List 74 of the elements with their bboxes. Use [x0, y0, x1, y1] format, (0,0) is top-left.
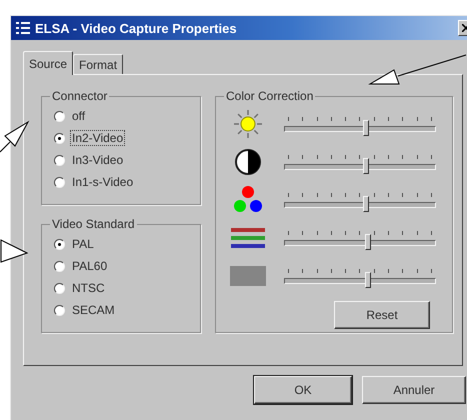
sun-icon [233, 109, 263, 139]
radio-label: In3-Video [71, 152, 124, 168]
dialog-button[interactable]: Annuler [362, 376, 466, 404]
window-title: ELSA - Video Capture Properties [35, 20, 238, 36]
tab[interactable]: Source [23, 51, 74, 75]
slider-thumb[interactable] [364, 272, 370, 288]
radio-label: PAL60 [71, 258, 108, 274]
tab[interactable]: Format [73, 54, 124, 74]
tick-mark [330, 268, 332, 272]
tick-mark [288, 154, 289, 158]
tick-mark [388, 154, 390, 158]
slider-thumb[interactable] [364, 234, 370, 250]
radio-label: In2-Video [70, 130, 126, 146]
radio-circle[interactable] [54, 110, 65, 122]
slider-thumb[interactable] [363, 196, 369, 212]
tick-mark [330, 116, 332, 120]
tick-mark [388, 116, 390, 120]
tick-mark [388, 192, 390, 196]
tick-mark [374, 230, 375, 234]
group-title: Color Correction [225, 89, 314, 103]
tick-mark [388, 268, 390, 272]
radio-label: In1-s-Video [71, 174, 134, 190]
radio-option[interactable]: In3-Video [54, 151, 190, 169]
radio-option[interactable]: PAL [54, 235, 190, 253]
radio-option[interactable]: PAL60 [54, 257, 190, 275]
radio-label: PAL [71, 236, 95, 252]
swatch-icon [230, 266, 266, 286]
reset-button[interactable]: Reset [334, 301, 430, 329]
tick-mark [345, 116, 346, 120]
tick-mark [330, 154, 332, 158]
radio-circle[interactable] [54, 132, 65, 144]
tick-mark [288, 268, 289, 272]
radio-label: SECAM [71, 302, 116, 318]
tick-mark [430, 230, 432, 234]
radio-label: off [71, 108, 86, 124]
tick-mark [288, 192, 289, 196]
radio-circle[interactable] [54, 260, 65, 272]
tick-mark [288, 230, 289, 234]
radio-circle[interactable] [54, 238, 65, 250]
radio-option[interactable]: SECAM [54, 301, 190, 319]
radio-option[interactable]: off [54, 107, 190, 125]
contrast-icon [234, 148, 262, 176]
tick-mark [430, 268, 432, 272]
tick-mark [330, 230, 332, 234]
tick-mark [430, 116, 432, 120]
radio-circle[interactable] [54, 154, 65, 166]
radio-option[interactable]: In2-Video [54, 129, 190, 147]
tick-mark [430, 192, 432, 196]
dialog-button[interactable]: OK [254, 376, 352, 404]
tick-mark [345, 192, 346, 196]
tick-mark [345, 154, 346, 158]
tick-mark [288, 116, 289, 120]
color-dots-icon [232, 185, 264, 215]
tick-mark [374, 192, 375, 196]
radio-option[interactable]: NTSC [54, 279, 190, 297]
color-lines-icon [231, 227, 265, 249]
group-title: Video Standard [51, 217, 136, 231]
tick-mark [374, 268, 375, 272]
radio-circle[interactable] [54, 282, 65, 294]
radio-circle[interactable] [54, 304, 65, 316]
group-title: Connector [51, 89, 108, 103]
tick-mark [345, 230, 346, 234]
tick-mark [345, 268, 346, 272]
tick-mark [374, 116, 375, 120]
slider-thumb[interactable] [363, 158, 369, 174]
list-icon [15, 20, 31, 36]
radio-option[interactable]: In1-s-Video [54, 173, 190, 191]
tick-mark [374, 154, 375, 158]
slider-thumb[interactable] [363, 120, 369, 136]
tick-mark [330, 192, 332, 196]
radio-circle[interactable] [54, 176, 65, 188]
tick-mark [430, 154, 432, 158]
radio-label: NTSC [71, 280, 106, 296]
tick-mark [388, 230, 390, 234]
